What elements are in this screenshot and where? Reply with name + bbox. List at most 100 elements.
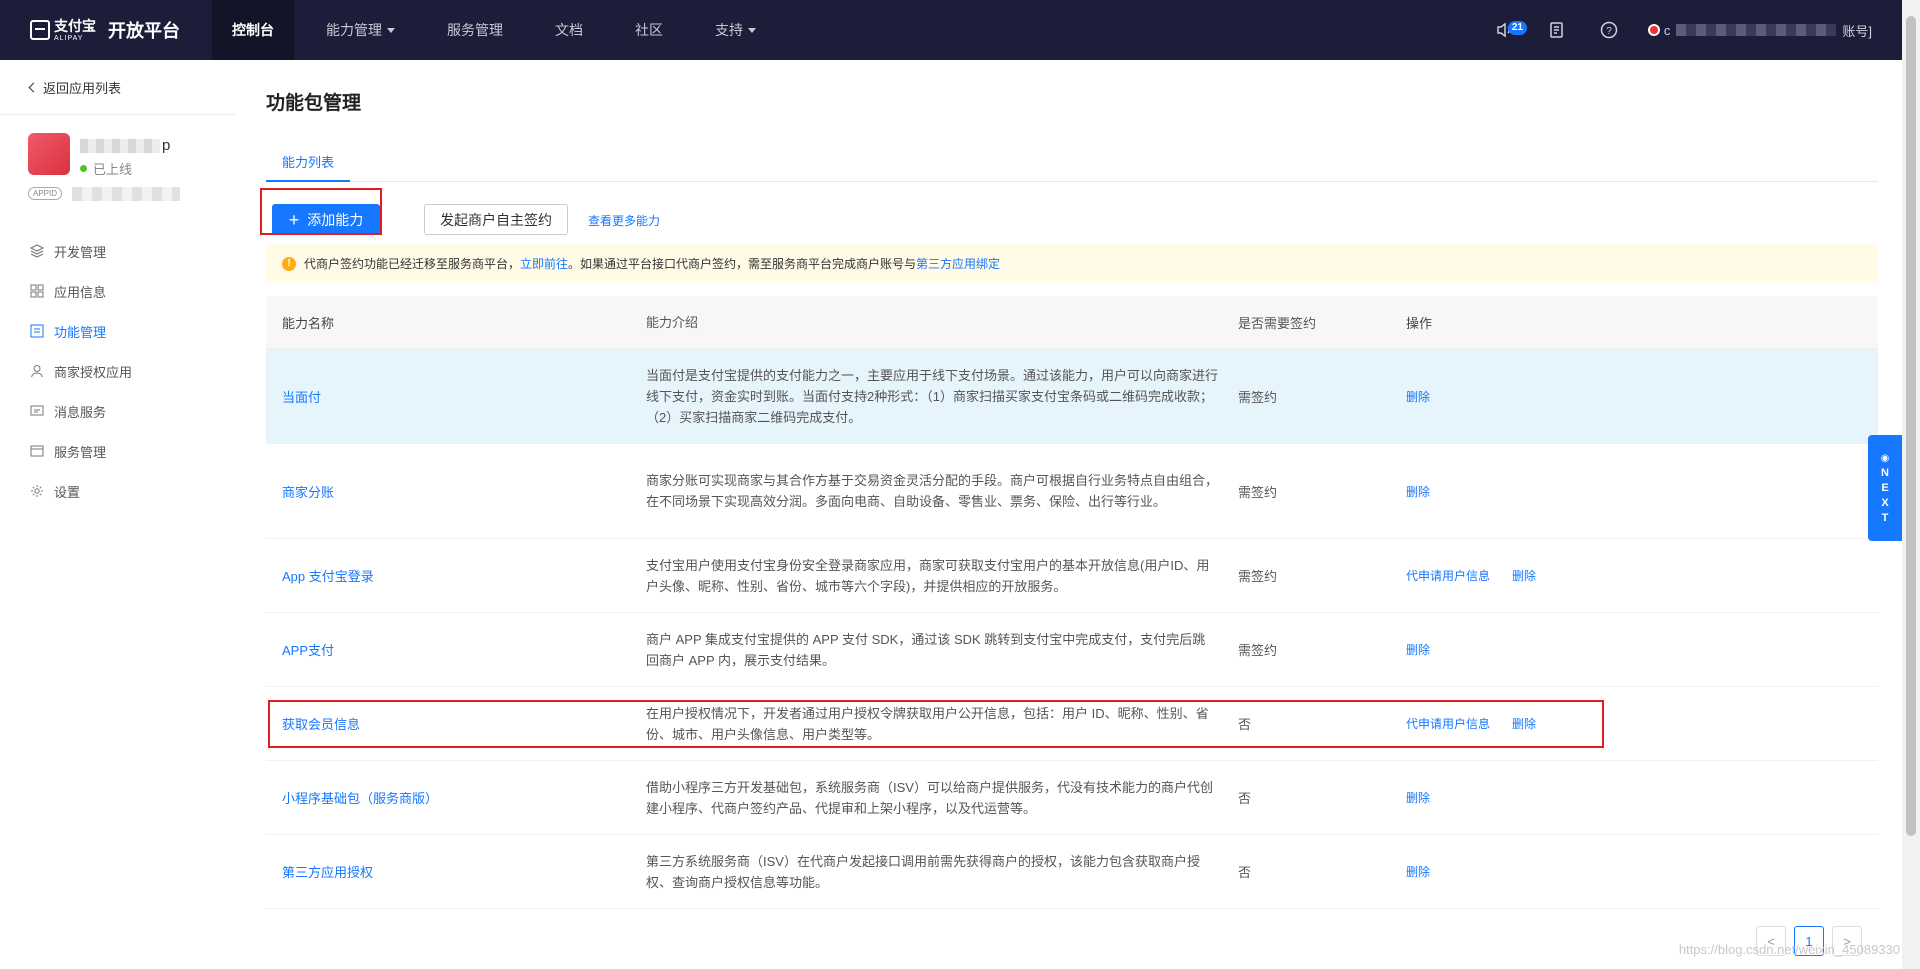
gear-icon — [30, 484, 44, 498]
sidebar-item-message-service[interactable]: 消息服务 — [0, 391, 236, 431]
logo-cn: 支付宝 — [54, 17, 96, 34]
alipay-logo-icon — [30, 20, 50, 40]
nav-console[interactable]: 控制台 — [212, 0, 294, 60]
sidebar-menu: 开发管理 应用信息 功能管理 商家授权应用 消息服务 服务管理 设置 — [0, 231, 236, 511]
app-avatar — [28, 133, 70, 175]
tab-bar: 能力列表 — [266, 152, 1878, 182]
top-nav: 支付宝 ALIPAY 开放平台 控制台 能力管理 服务管理 文档 社区 支持 2… — [0, 0, 1902, 60]
merchant-sign-button[interactable]: 发起商户自主签约 — [424, 204, 568, 235]
avatar — [1649, 26, 1658, 34]
capability-desc: 商家分账可实现商家与其合作方基于交易资金灵活分配的手段。商户可根据自行业务特点自… — [646, 473, 1219, 509]
capability-table: 能力名称 能力介绍 是否需要签约 操作 当面付 当面付是支付宝提供的支付能力之一… — [266, 296, 1878, 909]
sign-status: 需签约 — [1238, 569, 1278, 584]
capability-name-link[interactable]: 当面付 — [282, 390, 321, 405]
table-row: App 支付宝登录 支付宝用户使用支付宝身份安全登录商家应用，商家可获取支付宝用… — [266, 539, 1878, 613]
delete-button[interactable]: 删除 — [1406, 483, 1430, 500]
third-party-bind-link[interactable]: 第三方应用绑定 — [916, 255, 1000, 272]
delete-button[interactable]: 删除 — [1406, 388, 1430, 405]
appid-value — [72, 187, 180, 201]
sidebar-item-dev-management[interactable]: 开发管理 — [0, 231, 236, 271]
add-capability-button[interactable]: + 添加能力 — [272, 204, 380, 235]
sidebar-item-app-info[interactable]: 应用信息 — [0, 271, 236, 311]
table-row: 获取会员信息 在用户授权情况下，开发者通过用户授权令牌获取用户公开信息，包括：用… — [266, 687, 1878, 761]
sidebar-item-merchant-auth[interactable]: 商家授权应用 — [0, 351, 236, 391]
capability-desc: 第三方系统服务商（ISV）在代商户发起接口调用前需先获得商户的授权，该能力包含获… — [646, 853, 1200, 890]
next-floating-button[interactable]: ◉ N E X T — [1868, 435, 1902, 541]
page-title: 功能包管理 — [266, 93, 362, 114]
robot-icon: ◉ — [1880, 452, 1890, 464]
nav-docs[interactable]: 文档 — [535, 0, 603, 60]
account-menu[interactable]: c 账号] — [1649, 21, 1872, 40]
nav-support[interactable]: 支持 — [695, 0, 776, 60]
document-icon[interactable] — [1546, 19, 1568, 41]
delete-button[interactable]: 删除 — [1406, 641, 1430, 658]
main-content: 功能包管理 能力列表 + 添加能力 发起商户自主签约 查看更多能力 ! 代商户签约… — [236, 60, 1902, 969]
help-icon[interactable]: ? — [1598, 19, 1620, 41]
delete-button[interactable]: 删除 — [1512, 567, 1536, 584]
sidebar-item-settings[interactable]: 设置 — [0, 471, 236, 511]
sidebar-item-feature-management[interactable]: 功能管理 — [0, 311, 236, 351]
delete-button[interactable]: 删除 — [1406, 789, 1430, 806]
account-mask — [1676, 24, 1837, 36]
watermark: https://blog.csdn.net/weixin_45089330 — [1678, 942, 1900, 957]
nav-capability-management[interactable]: 能力管理 — [306, 0, 415, 60]
toolbar: + 添加能力 发起商户自主签约 查看更多能力 — [266, 195, 866, 235]
notification-badge: 21 — [1507, 21, 1527, 35]
delete-button[interactable]: 删除 — [1406, 863, 1430, 880]
app-card: p 已上线 APPID — [0, 115, 236, 227]
go-now-link[interactable]: 立即前往 — [520, 255, 568, 272]
capability-name-link[interactable]: App 支付宝登录 — [282, 569, 374, 584]
capability-name-link[interactable]: 第三方应用授权 — [282, 865, 373, 880]
capability-name-link[interactable]: APP支付 — [282, 643, 334, 658]
nav-service-management[interactable]: 服务管理 — [427, 0, 523, 60]
sign-status: 需签约 — [1238, 484, 1278, 500]
delete-button[interactable]: 删除 — [1512, 715, 1536, 732]
col-sign-header: 是否需要签约 — [1238, 315, 1317, 331]
sign-status: 需签约 — [1238, 389, 1278, 405]
back-to-app-list[interactable]: 返回应用列表 — [0, 60, 236, 115]
capability-name-link[interactable]: 小程序基础包（服务商版） — [282, 791, 438, 806]
list-icon — [30, 324, 44, 338]
table-header: 能力名称 能力介绍 是否需要签约 操作 — [266, 296, 1878, 349]
capability-name-link[interactable]: 商家分账 — [282, 485, 334, 500]
capability-desc: 支付宝用户使用支付宝身份安全登录商家应用，商家可获取支付宝用户的基本开放信息(用… — [646, 557, 1210, 594]
account-prefix: c — [1663, 22, 1671, 38]
app-name: p — [80, 137, 170, 154]
sign-status: 否 — [1238, 791, 1252, 806]
account-suffix: 账号] — [1842, 23, 1872, 39]
table-row: 商家分账 商家分账可实现商家与其合作方基于交易资金灵活分配的手段。商户可根据自行… — [266, 444, 1878, 539]
sidebar: 返回应用列表 p 已上线 APPID 开发管理 应用信息 功能管理 商家授权应用… — [0, 60, 236, 969]
chevron-down-icon — [387, 27, 395, 33]
speaker-icon[interactable]: 21 — [1494, 19, 1527, 41]
capability-desc: 借助小程序三方开发基础包，系统服务商（ISV）可以给商户提供服务，代没有技术能力… — [646, 779, 1213, 816]
capability-desc: 在用户授权情况下，开发者通过用户授权令牌获取用户公开信息，包括：用户 ID、昵称… — [646, 705, 1209, 742]
sign-status: 否 — [1238, 865, 1252, 880]
scroll-thumb[interactable] — [1906, 16, 1916, 836]
layers-icon — [30, 244, 44, 258]
scrollbar[interactable] — [1902, 0, 1920, 969]
app-status: 已上线 — [80, 159, 132, 178]
table-row: 第三方应用授权 第三方系统服务商（ISV）在代商户发起接口调用前需先获得商户的授… — [266, 835, 1878, 909]
nav-menu: 控制台 能力管理 服务管理 文档 社区 支持 — [212, 0, 788, 60]
grid-icon — [30, 284, 44, 298]
capability-desc: 当面付是支付宝提供的支付能力之一，主要应用于线下支付场景。通过该能力，用户可以向… — [646, 367, 1219, 425]
request-user-info-button[interactable]: 代申请用户信息 — [1406, 567, 1490, 584]
view-more-capabilities-link[interactable]: 查看更多能力 — [588, 212, 660, 229]
status-dot — [80, 165, 87, 172]
sign-status: 否 — [1238, 717, 1252, 732]
platform-title: 开放平台 — [108, 21, 180, 41]
tab-capability-list[interactable]: 能力列表 — [266, 152, 351, 182]
chevron-left-icon — [28, 82, 39, 92]
chevron-down-icon — [748, 27, 756, 33]
nav-community[interactable]: 社区 — [615, 0, 683, 60]
alipay-logo: 支付宝 ALIPAY — [30, 19, 96, 42]
table-row: 小程序基础包（服务商版） 借助小程序三方开发基础包，系统服务商（ISV）可以给商… — [266, 761, 1878, 835]
col-name-header: 能力名称 — [282, 315, 335, 331]
service-icon — [30, 444, 44, 458]
sidebar-item-service-management[interactable]: 服务管理 — [0, 431, 236, 471]
capability-name-link[interactable]: 获取会员信息 — [282, 717, 360, 732]
svg-text:?: ? — [1606, 26, 1612, 37]
logo[interactable]: 支付宝 ALIPAY 开放平台 — [0, 0, 212, 60]
table-row: APP支付 商户 APP 集成支付宝提供的 APP 支付 SDK，通过该 SDK… — [266, 613, 1878, 687]
request-user-info-button[interactable]: 代申请用户信息 — [1406, 715, 1490, 732]
